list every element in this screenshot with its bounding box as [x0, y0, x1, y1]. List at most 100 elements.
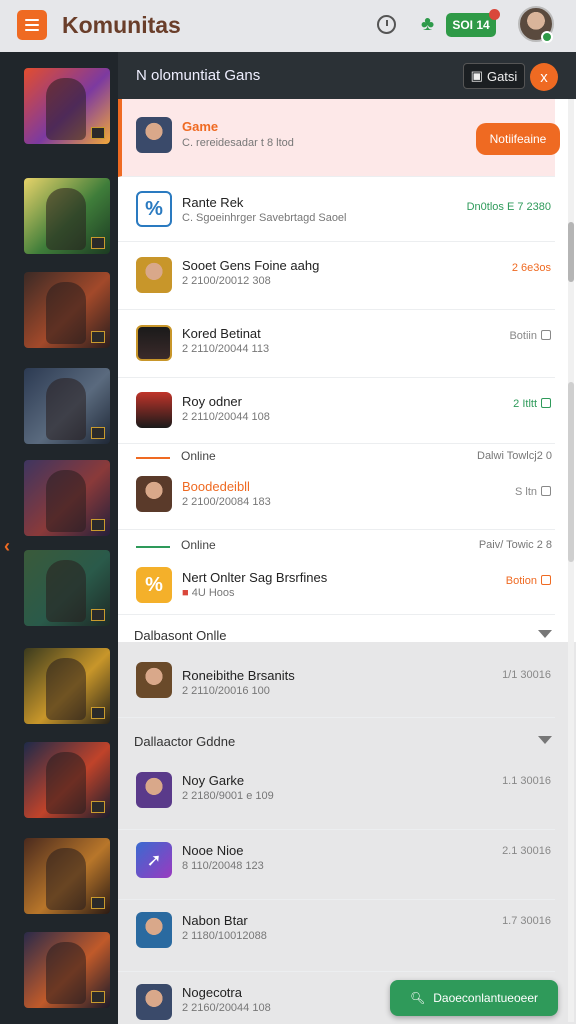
chevron-left-icon[interactable]: ‹	[4, 536, 10, 557]
game-thumbnail[interactable]	[24, 742, 110, 818]
notify-button[interactable]: Notiifeaine	[476, 123, 560, 155]
game-thumbnail[interactable]	[24, 368, 110, 444]
rocket-icon: ➚	[136, 842, 172, 878]
game-thumbnail[interactable]	[24, 272, 110, 348]
list-item[interactable]: Roy odner 2 2110/20044 108 2 Itltt	[118, 378, 555, 444]
top-bar: Komunitas ♣ SOI 14	[0, 0, 576, 52]
row-name: Sooet Gens Foine aahg	[182, 258, 320, 273]
row-status: 2 Itltt	[513, 398, 551, 410]
featured-row[interactable]: Game C. rereidesadar t 8 ltod Notiifeain…	[118, 99, 560, 177]
row-status: 1/1 30016	[502, 669, 551, 681]
floating-action-button[interactable]: 🔍︎ Daoeconlantueoeer	[390, 980, 558, 1016]
featured-name: Game	[182, 119, 219, 134]
list-item[interactable]: Kored Betinat 2 2110/20044 113 Botiin	[118, 310, 555, 378]
game-thumbnail[interactable]	[24, 178, 110, 254]
app-title: Komunitas	[62, 12, 181, 38]
row-sub: 2 2100/20012 308	[182, 275, 271, 287]
close-icon: x	[540, 68, 548, 86]
games-button[interactable]: ▣ Gatsi	[463, 63, 525, 89]
row-status: Dn0tlos E 7 2380	[466, 201, 551, 213]
lower-list: Roneibithe Brsanits 2 2110/20016 100 1/1…	[118, 642, 576, 1024]
row-sub: 2 2110/20044 113	[182, 343, 270, 355]
row-name: Roy odner	[182, 394, 242, 409]
game-thumbnail[interactable]	[24, 648, 110, 724]
row-sub: 2 1180/10012088	[182, 930, 267, 942]
game-icon	[136, 476, 172, 512]
checkbox[interactable]	[541, 398, 551, 408]
checkbox[interactable]	[541, 330, 551, 340]
row-status: 1.1 30016	[502, 775, 551, 787]
game-icon	[136, 257, 172, 293]
list-item[interactable]: Nabon Btar 2 1180/10012088 1.7 30016	[118, 900, 555, 972]
app-icon: %	[136, 567, 172, 603]
row-status: Botion	[506, 575, 551, 587]
game-icon	[136, 772, 172, 808]
dropdown-label[interactable]: Dalbasont Onlle	[134, 628, 227, 643]
scrollbar-thumb-secondary[interactable]	[568, 382, 574, 562]
section-label: Online	[181, 538, 216, 552]
game-icon	[136, 912, 172, 948]
coin-badge[interactable]: SOI 14	[446, 9, 500, 37]
plant-icon[interactable]: ♣	[421, 13, 434, 36]
close-button[interactable]: x	[530, 63, 558, 91]
row-name: Kored Betinat	[182, 326, 261, 341]
game-thumbnail[interactable]	[24, 68, 110, 144]
row-sub: 2 2110/20016 100	[182, 685, 270, 697]
alert-icon: ■	[182, 587, 192, 599]
checkbox[interactable]	[541, 575, 551, 585]
game-thumbnail[interactable]	[24, 460, 110, 536]
row-status: S ltn	[515, 486, 551, 498]
community-panel: N olomuntiat Gans ▣ Gatsi x Game C. rerei…	[118, 52, 576, 1024]
section-label: Online	[181, 449, 216, 463]
game-thumbnail[interactable]	[24, 838, 110, 914]
row-sub: 2 2160/20044 108	[182, 1002, 271, 1014]
row-sub: 8 110/20048 123	[182, 860, 264, 872]
section-divider	[136, 546, 170, 548]
row-name: Boodedeibll	[182, 479, 250, 494]
row-sub: 2 2110/20044 108	[182, 411, 270, 423]
chevron-down-icon[interactable]	[538, 736, 552, 744]
list-item[interactable]: % Rante Rek C. Sgoeinhrger Savebrtagd Sa…	[118, 177, 555, 242]
row-name: Roneibithe Brsanits	[182, 668, 295, 683]
row-status: Botiin	[509, 330, 551, 342]
row-status: 2.1 30016	[502, 845, 551, 857]
scrollbar-thumb[interactable]	[568, 222, 574, 282]
list-item[interactable]: Noy Garke 2 2180/9001 e 109 1.1 30016	[118, 760, 555, 830]
section-meta: Dalwi Towlcj2 0	[477, 450, 552, 462]
game-icon	[136, 662, 172, 698]
row-status: 2 6e3os	[511, 262, 551, 274]
game-icon	[136, 984, 172, 1020]
row-status: 1.7 30016	[502, 915, 551, 927]
chevron-down-icon[interactable]	[538, 630, 552, 638]
bag-icon: ▣	[470, 68, 483, 83]
row-sub: ■ 4U Hoos	[182, 587, 235, 599]
coin-count: SOI 14	[452, 18, 490, 32]
featured-sub: C. rereidesadar t 8 ltod	[182, 137, 294, 149]
game-icon	[136, 117, 172, 153]
list-item[interactable]: Roneibithe Brsanits 2 2110/20016 100 1/1…	[118, 642, 555, 718]
game-thumbnail-strip: ‹	[0, 52, 118, 1024]
list-item[interactable]: Boodedeibll 2 2100/20084 183 S ltn	[118, 466, 555, 530]
row-name: Nabon Btar	[182, 913, 248, 928]
clock-icon[interactable]	[377, 15, 396, 34]
game-thumbnail[interactable]	[24, 550, 110, 626]
list-item[interactable]: Sooet Gens Foine aahg 2 2100/20012 308 2…	[118, 242, 555, 310]
search-icon: 🔍︎	[410, 991, 426, 1005]
row-name: Nooe Nioe	[182, 843, 244, 858]
game-icon	[136, 392, 172, 428]
checkbox[interactable]	[541, 486, 551, 496]
app-icon: %	[136, 191, 172, 227]
list-item[interactable]: ➚ Nooe Nioe 8 110/20048 123 2.1 30016	[118, 830, 555, 900]
section-meta: Paiv/ Towic 2 8	[478, 539, 552, 551]
game-thumbnail[interactable]	[24, 932, 110, 1008]
row-name: Rante Rek	[182, 195, 244, 210]
notification-dot	[489, 9, 500, 20]
hamburger-menu-button[interactable]	[17, 10, 47, 40]
dropdown-label[interactable]: Dallaactor Gddne	[134, 734, 235, 749]
panel-title: N olomuntiat Gans	[136, 67, 261, 84]
online-status-dot	[541, 31, 553, 43]
row-sub: 2 2180/9001 e 109	[182, 790, 274, 802]
row-name: Nogecotra	[182, 985, 242, 1000]
row-sub: 2 2100/20084 183	[182, 496, 271, 508]
list-item[interactable]: % Nert Onlter Sag Brsrfines ■ 4U Hoos Bo…	[118, 555, 555, 615]
